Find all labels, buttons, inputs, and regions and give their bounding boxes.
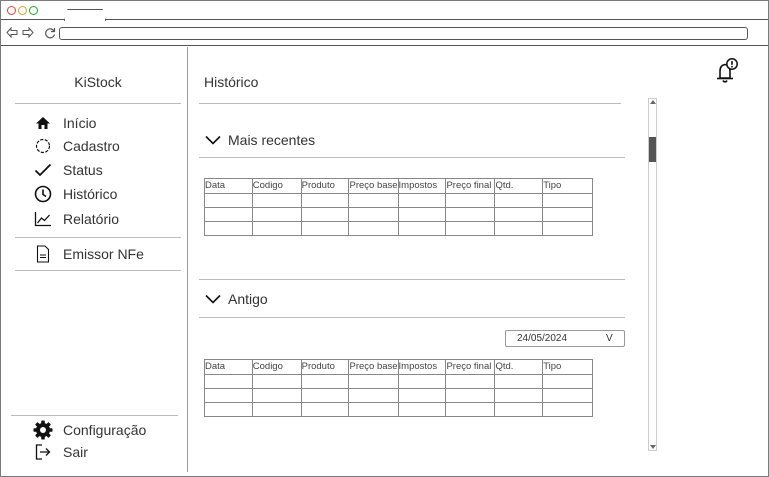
- close-window-button[interactable]: [7, 6, 16, 15]
- column-header: Impostos: [397, 178, 447, 194]
- chevron-down-icon: [205, 135, 221, 145]
- app-brand: KiStock: [74, 74, 122, 90]
- check-icon: [33, 160, 53, 180]
- forward-arrow-icon[interactable]: [22, 27, 34, 38]
- sidebar-divider: [11, 415, 178, 416]
- table-row[interactable]: [204, 221, 593, 236]
- sidebar-item-configuracao[interactable]: Configuração: [33, 420, 146, 440]
- back-arrow-icon[interactable]: [6, 27, 18, 38]
- section-divider: [199, 317, 625, 318]
- column-header: Data: [204, 178, 253, 194]
- column-header: Qtd.: [494, 359, 544, 375]
- browser-window: KiStock Início Cadastro Status Histórico: [0, 0, 769, 477]
- title-divider: [199, 103, 621, 104]
- scrollbar-thumb[interactable]: [649, 137, 656, 162]
- column-header: Codigo: [251, 178, 302, 194]
- clock-icon: [33, 184, 53, 204]
- column-header: Preço final: [445, 359, 496, 375]
- sidebar-item-label: Relatório: [63, 211, 120, 227]
- sidebar-item-sair[interactable]: Sair: [33, 442, 88, 462]
- section-antigo-toggle[interactable]: Antigo: [204, 289, 268, 309]
- title-bar: [1, 1, 768, 21]
- column-header: Produto: [300, 359, 350, 375]
- section-mais-recentes-toggle[interactable]: Mais recentes: [204, 130, 315, 150]
- column-header: Tipo: [542, 359, 593, 375]
- old-history-table: Data Codigo Produto Preço base Impostos …: [204, 359, 593, 417]
- gear-icon: [33, 420, 53, 440]
- notification-bell-icon[interactable]: [711, 56, 741, 86]
- sidebar-item-inicio[interactable]: Início: [33, 113, 96, 133]
- sidebar-item-label: Sair: [63, 444, 88, 460]
- sidebar-divider: [15, 237, 181, 238]
- table-row[interactable]: [204, 388, 593, 403]
- column-header: Produto: [300, 178, 350, 194]
- document-icon: [33, 244, 53, 264]
- logout-icon: [33, 442, 53, 462]
- vertical-scrollbar[interactable]: [648, 98, 657, 451]
- chart-line-icon: [33, 209, 53, 229]
- date-filter-select[interactable]: 24/05/2024 V: [505, 330, 625, 347]
- chevron-down-icon: V: [606, 333, 613, 344]
- sidebar-item-label: Emissor NFe: [63, 246, 144, 262]
- section-title: Antigo: [228, 291, 268, 307]
- address-bar[interactable]: [59, 27, 748, 40]
- column-header: Preço final: [445, 178, 496, 194]
- sidebar-item-label: Configuração: [63, 422, 147, 438]
- sidebar-item-cadastro[interactable]: Cadastro: [33, 136, 120, 156]
- scroll-down-arrow-icon[interactable]: [650, 445, 656, 449]
- column-header: Impostos: [397, 359, 447, 375]
- maximize-window-button[interactable]: [29, 6, 38, 15]
- sidebar-item-label: Histórico: [63, 186, 118, 202]
- column-header: Preço base: [348, 359, 399, 375]
- minimize-window-button[interactable]: [18, 6, 27, 15]
- table-header-row: Data Codigo Produto Preço base Impostos …: [204, 359, 593, 375]
- table-row[interactable]: [204, 193, 593, 208]
- column-header: Tipo: [542, 178, 593, 194]
- section-title: Mais recentes: [228, 132, 316, 148]
- page-title: Histórico: [204, 74, 259, 90]
- recent-history-table: Data Codigo Produto Preço base Impostos …: [204, 178, 593, 236]
- browser-tab-inner: [65, 10, 105, 21]
- column-header: Data: [204, 359, 253, 375]
- section-divider: [199, 279, 625, 280]
- sidebar-divider: [15, 270, 181, 271]
- scroll-up-arrow-icon[interactable]: [650, 100, 656, 104]
- sidebar-item-status[interactable]: Status: [33, 160, 103, 180]
- section-divider: [199, 157, 625, 158]
- sidebar-item-emissor-nfe[interactable]: Emissor NFe: [33, 244, 144, 264]
- table-row[interactable]: [204, 207, 593, 222]
- circle-dashed-icon: [33, 136, 53, 156]
- sidebar-item-label: Status: [63, 162, 103, 178]
- date-filter-value: 24/05/2024: [517, 333, 568, 344]
- sidebar-item-historico[interactable]: Histórico: [33, 184, 117, 204]
- reload-icon[interactable]: [44, 27, 56, 39]
- column-header: Codigo: [251, 359, 302, 375]
- sidebar-item-relatorio[interactable]: Relatório: [33, 209, 119, 229]
- column-header: Qtd.: [494, 178, 544, 194]
- browser-toolbar: [1, 21, 768, 46]
- table-row[interactable]: [204, 374, 593, 389]
- sidebar-item-label: Início: [63, 115, 97, 131]
- sidebar: KiStock Início Cadastro Status Histórico: [1, 47, 188, 472]
- chevron-down-icon: [205, 294, 221, 304]
- sidebar-divider: [15, 103, 181, 104]
- column-header: Preço base: [348, 178, 399, 194]
- home-icon: [33, 113, 53, 133]
- table-row[interactable]: [204, 402, 593, 417]
- table-header-row: Data Codigo Produto Preço base Impostos …: [204, 178, 593, 194]
- sidebar-item-label: Cadastro: [63, 138, 120, 154]
